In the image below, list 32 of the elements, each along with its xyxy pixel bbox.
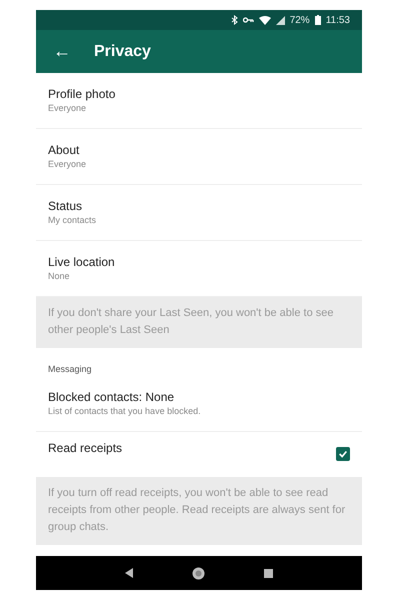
bluetooth-icon [230, 15, 238, 25]
setting-value: Everyone [48, 158, 86, 170]
check-icon [338, 448, 348, 460]
battery-percent: 72% [290, 14, 310, 26]
setting-title: Live location [48, 254, 115, 270]
back-icon[interactable] [125, 568, 134, 578]
battery-icon [314, 15, 321, 25]
section-header: Messaging [47, 363, 93, 376]
key-icon [242, 17, 254, 23]
info-note: If you don't share your Last Seen, you won't be able to see other people's Last Seen [36, 297, 362, 348]
setting-title: Blocked contacts: None [48, 388, 174, 404]
back-button[interactable]: ← [50, 41, 74, 62]
settings-item[interactable]: Profile photo Everyone [36, 73, 362, 129]
home-icon[interactable] [192, 566, 205, 580]
setting-value: None [48, 270, 70, 282]
settings-item[interactable]: Blocked contacts: None List of contacts that you have blocked. [36, 376, 362, 432]
screen-title: Privacy [94, 42, 151, 60]
clock: 11:53 [326, 14, 350, 26]
wifi-icon [258, 16, 271, 24]
recents-icon[interactable] [264, 568, 273, 578]
setting-title: Profile photo [48, 86, 116, 102]
checkbox[interactable] [336, 447, 350, 461]
setting-title: Status [48, 198, 82, 214]
setting-value: List of contacts that you have blocked. [48, 404, 201, 418]
settings-item[interactable]: Status My contacts [36, 185, 362, 241]
setting-title: About [48, 142, 80, 158]
setting-title: Read receipts [48, 440, 122, 456]
setting-value: My contacts [48, 214, 96, 226]
info-note: If you turn off read receipts, you won't be able to see read receipts from other people. Read receipts are always sent for group chats. [36, 477, 362, 545]
settings-item[interactable]: About Everyone [36, 129, 362, 185]
setting-value: Everyone [48, 102, 86, 114]
signal-icon [276, 16, 285, 24]
